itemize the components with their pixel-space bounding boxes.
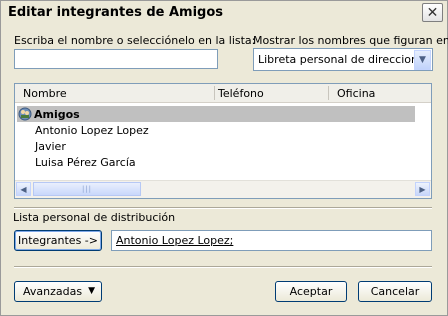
scroll-right-icon[interactable]: ▶ bbox=[415, 182, 430, 196]
group-name: Amigos bbox=[34, 108, 80, 121]
members-button[interactable]: Integrantes -> bbox=[14, 230, 102, 251]
edit-members-dialog: Editar integrantes de Amigos ✕ Escriba e… bbox=[0, 0, 448, 316]
address-book-select[interactable]: Libreta personal de direcciones ▼ bbox=[253, 48, 433, 71]
accept-button[interactable]: Aceptar bbox=[275, 281, 347, 302]
members-field[interactable]: Antonio Lopez Lopez; bbox=[111, 230, 432, 251]
address-book-selected: Libreta personal de direcciones bbox=[258, 53, 431, 66]
list-item[interactable]: Antonio Lopez Lopez bbox=[17, 122, 415, 138]
chevron-down-icon[interactable]: ▼ bbox=[414, 50, 431, 70]
horizontal-scrollbar[interactable]: ◀ ||| ▶ bbox=[15, 180, 431, 198]
cancel-button[interactable]: Cancelar bbox=[358, 281, 432, 302]
column-divider[interactable] bbox=[214, 86, 215, 100]
chevron-down-icon: ▼ bbox=[88, 286, 95, 296]
dialog-title: Editar integrantes de Amigos bbox=[8, 5, 224, 20]
contacts-list[interactable]: Nombre Teléfono Oficina Amigos Antonio L… bbox=[14, 83, 432, 199]
address-book-label: Mostrar los nombres que figuran en: bbox=[253, 34, 448, 47]
column-phone[interactable]: Teléfono bbox=[218, 87, 264, 100]
search-input[interactable] bbox=[14, 49, 218, 69]
members-value: Antonio Lopez Lopez; bbox=[116, 234, 234, 247]
scroll-left-icon[interactable]: ◀ bbox=[16, 182, 31, 196]
column-office[interactable]: Oficina bbox=[337, 87, 375, 100]
search-label: Escriba el nombre o selecciónelo en la l… bbox=[14, 34, 256, 47]
close-icon: ✕ bbox=[426, 4, 439, 21]
column-divider[interactable] bbox=[328, 86, 329, 100]
contact-name: Javier bbox=[35, 140, 66, 153]
list-header: Nombre Teléfono Oficina bbox=[15, 84, 431, 103]
column-name[interactable]: Nombre bbox=[23, 87, 67, 100]
divider bbox=[14, 266, 432, 267]
distribution-list-icon bbox=[18, 107, 32, 121]
list-item-group[interactable]: Amigos bbox=[17, 106, 415, 122]
scrollbar-thumb[interactable]: ||| bbox=[33, 182, 141, 196]
list-item[interactable]: Javier bbox=[17, 138, 415, 154]
distribution-label: Lista personal de distribución bbox=[13, 211, 176, 224]
list-item[interactable]: Luisa Pérez García bbox=[17, 154, 415, 170]
divider bbox=[14, 207, 432, 208]
close-button[interactable]: ✕ bbox=[422, 3, 443, 22]
contact-name: Luisa Pérez García bbox=[35, 156, 136, 169]
advanced-button[interactable]: Avanzadas ▼ bbox=[14, 281, 102, 302]
contact-name: Antonio Lopez Lopez bbox=[35, 124, 149, 137]
advanced-button-label: Avanzadas bbox=[23, 285, 83, 298]
